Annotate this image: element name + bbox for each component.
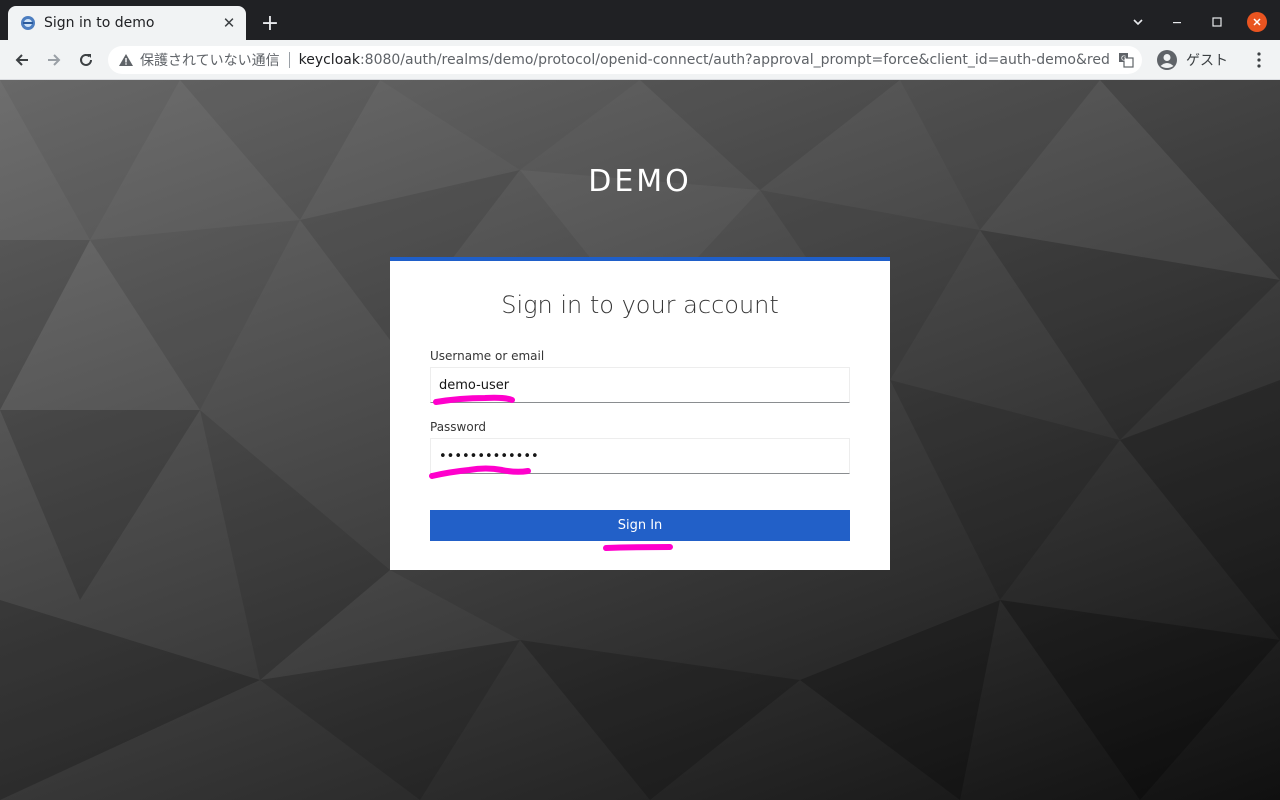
new-tab-button[interactable]: + (258, 12, 282, 36)
profile-label: ゲスト (1186, 53, 1228, 69)
maximize-icon[interactable] (1207, 12, 1227, 32)
login-page: DEMO Sign in to your account Username or… (0, 80, 1280, 800)
window-close-icon[interactable] (1247, 12, 1267, 32)
warning-icon[interactable] (118, 52, 134, 68)
username-input[interactable]: demo-user (430, 367, 850, 403)
username-label: Username or email (430, 349, 545, 363)
minimize-icon[interactable] (1167, 12, 1187, 32)
password-label: Password (430, 420, 487, 434)
browser-toolbar: 保護されていない通信 keycloak:8080/auth/realms/dem… (0, 40, 1280, 80)
url-host: keycloak (298, 52, 360, 68)
tab-title: Sign in to demo (44, 15, 155, 31)
url-path: :8080/auth/realms/demo/protocol/openid-c… (359, 52, 1109, 68)
url-text[interactable]: keycloak:8080/auth/realms/demo/protocol/… (299, 52, 1109, 68)
browser-titlebar: Sign in to demo ✕ + (0, 0, 1280, 40)
tab-search-chevron-icon[interactable] (1128, 12, 1148, 32)
keycloak-favicon-icon (21, 16, 35, 30)
login-title: Sign in to your account (501, 291, 779, 319)
password-input[interactable]: ••••••••••••• (430, 438, 850, 474)
omnibox-divider (288, 52, 290, 68)
address-bar[interactable]: 保護されていない通信 keycloak:8080/auth/realms/dem… (108, 46, 1142, 74)
insecure-connection-label[interactable]: 保護されていない通信 (140, 50, 280, 70)
guest-avatar-icon (1157, 50, 1177, 70)
browser-tab[interactable]: Sign in to demo ✕ (8, 6, 246, 40)
profile-button[interactable]: ゲスト (1152, 46, 1240, 74)
login-card: Sign in to your account Username or emai… (390, 257, 890, 570)
realm-name: DEMO (588, 164, 692, 199)
kebab-menu-icon[interactable] (1250, 50, 1268, 70)
reload-icon[interactable] (74, 48, 98, 72)
tab-close-icon[interactable]: ✕ (220, 14, 238, 32)
svg-text:G: G (1121, 55, 1126, 63)
sign-in-button[interactable]: Sign In (430, 510, 850, 541)
translate-icon[interactable]: G (1118, 52, 1134, 68)
forward-arrow-icon[interactable] (42, 48, 66, 72)
back-arrow-icon[interactable] (10, 48, 34, 72)
